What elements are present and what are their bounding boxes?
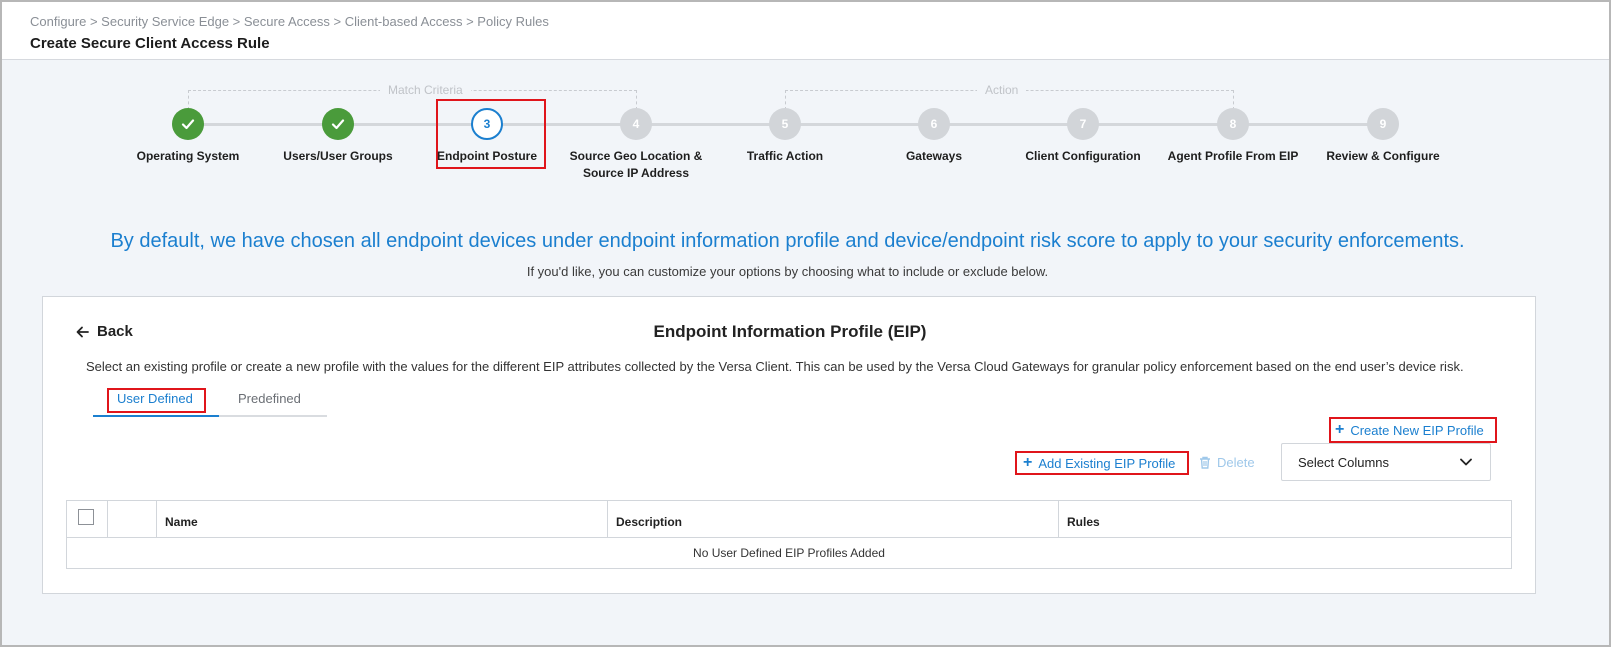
column-header-description[interactable]: Description <box>607 501 1058 538</box>
table-empty-message: No User Defined EIP Profiles Added <box>693 546 885 560</box>
step-6-circle[interactable]: 6 <box>918 108 950 140</box>
tab-active-underline <box>93 415 219 417</box>
step-1-label: Operating System <box>136 149 240 163</box>
create-new-eip-profile-button[interactable]: + Create New EIP Profile <box>1335 422 1484 438</box>
delete-button[interactable]: Delete <box>1199 455 1255 470</box>
card-description: Select an existing profile or create a n… <box>86 359 1464 374</box>
select-columns-dropdown[interactable]: Select Columns <box>1281 443 1491 481</box>
match-criteria-label: Match Criteria <box>380 83 471 97</box>
page-title: Create Secure Client Access Rule <box>30 35 270 52</box>
plus-icon: + <box>1335 421 1345 438</box>
step-3-label: Endpoint Posture <box>437 149 537 163</box>
step-4-label: Source Geo Location & Source IP Address <box>569 149 703 180</box>
hero-title: By default, we have chosen all endpoint … <box>110 230 1465 252</box>
add-existing-eip-profile-button[interactable]: + Add Existing EIP Profile <box>1023 455 1175 471</box>
step-9-label: Review & Configure <box>1326 149 1440 163</box>
page-header: Configure > Security Service Edge > Secu… <box>2 2 1609 60</box>
check-icon <box>331 119 345 130</box>
step-4-circle[interactable]: 4 <box>620 108 652 140</box>
column-header-rules[interactable]: Rules <box>1058 501 1511 538</box>
hero-subtitle: If you'd like, you can customize your op… <box>526 264 1049 279</box>
step-1-circle[interactable] <box>172 108 204 140</box>
step-7-circle[interactable]: 7 <box>1067 108 1099 140</box>
step-2-label: Users/User Groups <box>283 149 393 163</box>
step-2-circle[interactable] <box>322 108 354 140</box>
trash-icon <box>1200 456 1210 469</box>
step-9-circle[interactable]: 9 <box>1367 108 1399 140</box>
chevron-down-icon <box>1460 458 1472 466</box>
add-existing-label: Add Existing EIP Profile <box>1038 455 1176 471</box>
breadcrumb[interactable]: Configure > Security Service Edge > Secu… <box>30 14 549 29</box>
delete-label: Delete <box>1217 455 1255 470</box>
tab-predefined[interactable]: Predefined <box>238 391 301 406</box>
eip-card: Back Endpoint Information Profile (EIP) … <box>42 296 1536 594</box>
step-5-circle[interactable]: 5 <box>769 108 801 140</box>
step-8-label: Agent Profile From EIP <box>1167 149 1299 163</box>
action-label: Action <box>977 83 1027 97</box>
wizard-stepper: Match Criteria Action Operating System U… <box>2 60 1609 200</box>
column-header-name[interactable]: Name <box>156 501 607 538</box>
check-icon <box>181 119 195 130</box>
step-6-label: Gateways <box>905 149 963 163</box>
table-header-row: Name Description Rules <box>67 501 1511 538</box>
step-3-circle[interactable]: 3 <box>471 108 503 140</box>
app-frame: Configure > Security Service Edge > Secu… <box>0 0 1611 647</box>
eip-table: Name Description Rules No User Defined E… <box>66 500 1512 569</box>
step-5-label: Traffic Action <box>746 149 824 163</box>
user-defined-highlight <box>107 388 206 413</box>
card-title: Endpoint Information Profile (EIP) <box>653 322 927 341</box>
table-header-spacer <box>107 501 156 538</box>
plus-icon: + <box>1023 454 1033 471</box>
create-new-label: Create New EIP Profile <box>1350 422 1484 438</box>
step-8-circle[interactable]: 8 <box>1217 108 1249 140</box>
select-all-checkbox[interactable] <box>78 509 94 525</box>
select-columns-label: Select Columns <box>1298 454 1390 470</box>
step-7-label: Client Configuration <box>1025 149 1141 163</box>
